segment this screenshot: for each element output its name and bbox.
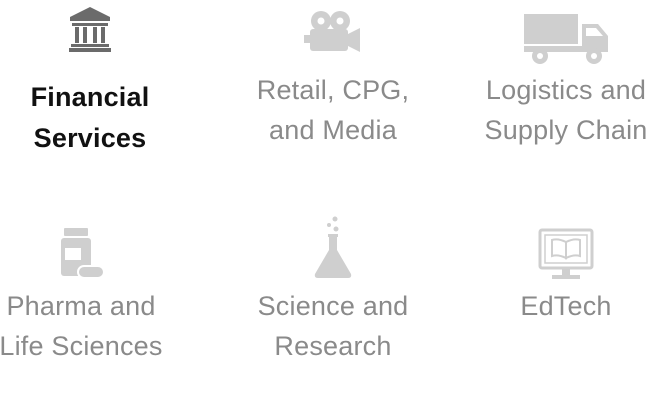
industry-label: Logistics and Supply Chain: [484, 75, 648, 145]
flask-icon: [314, 216, 352, 278]
bank-icon: [69, 7, 111, 52]
industry-tile-logistics-supply-chain[interactable]: Logistics and Supply Chain: [466, 0, 653, 170]
industry-label: Science and Research: [257, 291, 409, 361]
industry-tile-retail-cpg-media[interactable]: Retail, CPG, and Media: [233, 0, 433, 170]
industry-tile-edtech[interactable]: EdTech: [466, 224, 653, 394]
pill-bottle-icon: [61, 228, 105, 279]
industry-label: EdTech: [520, 291, 612, 321]
industry-label: Pharma and Life Sciences: [0, 291, 163, 361]
industry-label: Retail, CPG, and Media: [256, 75, 410, 145]
industry-tile-pharma-life-sciences[interactable]: Pharma and Life Sciences: [0, 224, 181, 394]
monitor-book-icon: [538, 228, 594, 279]
dump-truck-icon: [524, 14, 608, 64]
industry-label: Financial Services: [30, 82, 150, 153]
industry-tile-science-research[interactable]: Science and Research: [233, 216, 433, 394]
industry-grid: Financial Services Retail, CPG, and Medi…: [0, 0, 653, 361]
movie-camera-icon: [304, 11, 360, 52]
industry-tile-financial-services[interactable]: Financial Services: [0, 0, 190, 170]
